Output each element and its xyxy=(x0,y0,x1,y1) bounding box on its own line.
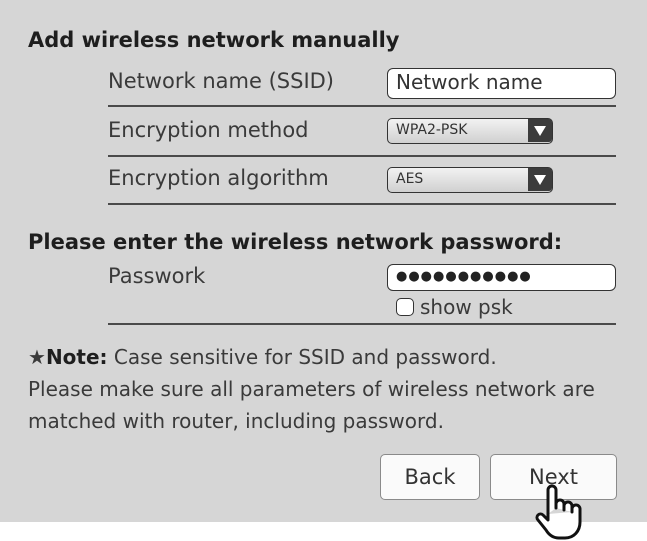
show-psk-checkbox[interactable] xyxy=(396,298,414,316)
password-input[interactable]: ●●●●●●●●●●● xyxy=(387,264,616,291)
note-line-3: matched with router, including password. xyxy=(28,409,444,433)
chevron-down-icon[interactable] xyxy=(528,119,552,142)
hand-pointer-icon xyxy=(535,484,582,540)
ssid-label: Network name (SSID) xyxy=(108,69,334,93)
note-line-2: Please make sure all parameters of wirel… xyxy=(28,377,595,401)
divider xyxy=(108,203,616,205)
encryption-method-value: WPA2-PSK xyxy=(396,122,468,138)
note-text: Case sensitive for SSID and password. xyxy=(107,345,497,369)
note-prefix: Note: xyxy=(45,345,108,369)
section-title-password: Please enter the wireless network passwo… xyxy=(28,230,563,254)
encryption-algorithm-label: Encryption algorithm xyxy=(108,166,329,190)
chevron-down-icon[interactable] xyxy=(528,168,552,191)
show-psk-label: show psk xyxy=(420,295,513,319)
encryption-method-label: Encryption method xyxy=(108,118,309,142)
encryption-algorithm-value: AES xyxy=(396,171,424,187)
divider xyxy=(108,105,616,107)
encryption-algorithm-select[interactable]: AES xyxy=(387,167,553,193)
divider xyxy=(108,323,616,325)
section-title-manual: Add wireless network manually xyxy=(28,28,400,52)
dialog-panel: Add wireless network manually Network na… xyxy=(0,0,647,522)
back-button[interactable]: Back xyxy=(380,454,480,500)
encryption-method-select[interactable]: WPA2-PSK xyxy=(387,118,553,144)
divider xyxy=(108,155,616,157)
star-icon: ★ xyxy=(28,345,46,369)
ssid-input[interactable]: Network name xyxy=(387,68,616,99)
password-label: Passwork xyxy=(108,264,206,288)
note-line-1: ★Note: Case sensitive for SSID and passw… xyxy=(28,345,497,369)
